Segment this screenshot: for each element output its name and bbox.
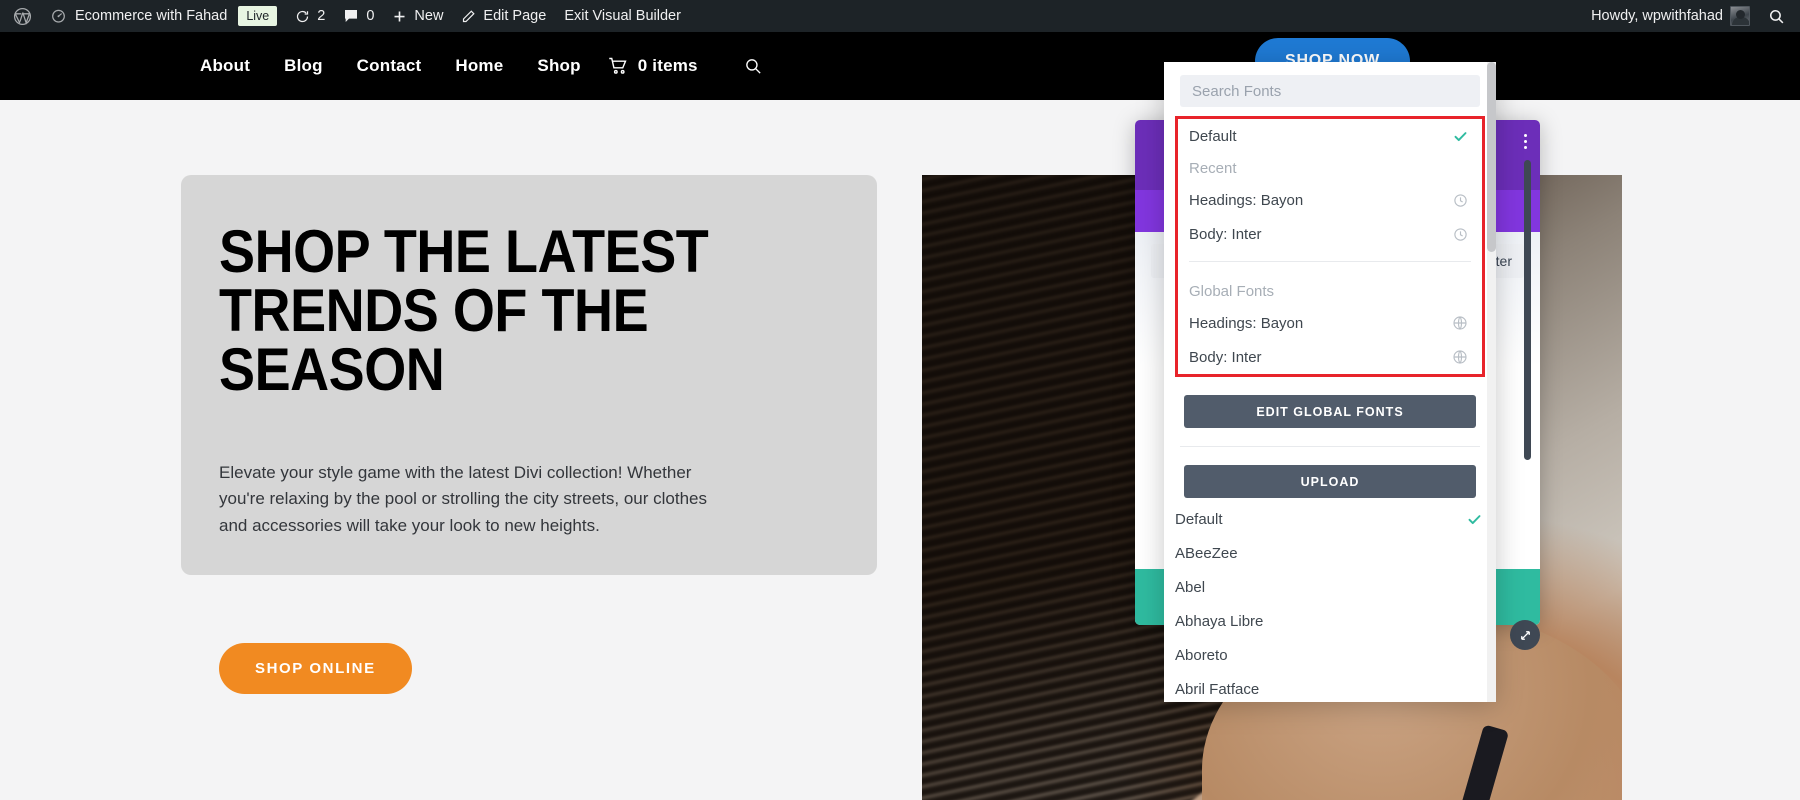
font-option-label: Abel [1175,578,1206,596]
font-option-label: Headings: Bayon [1189,191,1304,209]
hero-title: SHOP THE LATEST TRENDS OF THE SEASON [219,218,709,403]
font-list-item[interactable]: ABeeZee [1164,536,1496,570]
font-option-label: Default [1175,510,1223,528]
clock-icon [1448,193,1468,208]
font-search-container [1164,62,1496,116]
cart-items-count: 0 items [637,56,698,75]
nav-link-contact[interactable]: Contact [357,56,422,76]
search-icon[interactable] [744,57,763,76]
exit-visual-builder-link[interactable]: Exit Visual Builder [555,0,690,32]
search-input[interactable] [1180,75,1480,107]
font-option-recent-body[interactable]: Body: Inter [1178,217,1482,251]
comment-bubble-icon [343,8,359,24]
font-list-item-default[interactable]: Default [1164,502,1496,536]
resize-handle-icon[interactable] [1510,620,1540,650]
font-option-label: Body: Inter [1189,348,1262,366]
pencil-icon [461,9,476,24]
site-header: About Blog Contact Home Shop 0 items SHO… [0,32,1800,100]
search-icon [1768,8,1785,25]
site-title: Ecommerce with Fahad [75,8,228,24]
comments-menu[interactable]: 0 [334,0,383,32]
comments-count: 0 [366,8,375,24]
modal-scrollbar[interactable] [1524,160,1531,460]
shopping-cart-icon [607,56,629,76]
section-label-recent: Recent [1178,153,1482,183]
avatar [1730,6,1750,26]
hero-text-card: SHOP THE LATEST TRENDS OF THE SEASON Ele… [181,175,877,694]
shop-online-button[interactable]: SHOP ONLINE [219,643,412,694]
cart-link[interactable]: 0 items [607,56,698,76]
wordpress-logo-icon [13,7,32,26]
new-content-menu[interactable]: New [383,0,452,32]
font-option-global-headings[interactable]: Headings: Bayon [1178,306,1482,340]
font-option-label: ABeeZee [1175,544,1238,562]
section-divider [1180,446,1480,448]
dashboard-icon [50,7,68,25]
check-icon [1462,512,1482,527]
font-list-item[interactable]: Abhaya Libre [1164,604,1496,638]
nav-link-home[interactable]: Home [455,56,503,76]
font-option-label: Abhaya Libre [1175,612,1264,630]
section-label-text: Global Fonts [1189,282,1275,300]
admin-search-button[interactable] [1759,0,1794,32]
vertical-dots-icon[interactable] [1524,134,1527,149]
wp-logo-menu[interactable] [4,0,41,32]
font-option-recent-headings[interactable]: Headings: Bayon [1178,183,1482,217]
my-account-menu[interactable]: Howdy, wpwithfahad [1582,0,1759,32]
updates-icon [295,9,310,24]
upload-font-button[interactable]: UPLOAD [1184,465,1476,499]
font-list-item[interactable]: Abel [1164,570,1496,604]
admin-bar-right-group: Howdy, wpwithfahad [1582,0,1800,32]
font-option-label: Default [1189,127,1237,145]
font-option-default-top[interactable]: Default [1178,119,1482,153]
highlighted-font-groups: Default Recent Headings: Bayon Body: Int… [1175,116,1485,377]
section-label-global-fonts: Global Fonts [1178,276,1482,306]
live-badge: Live [238,6,278,26]
edit-global-fonts-button[interactable]: EDIT GLOBAL FONTS [1184,395,1476,429]
admin-bar-left-group: Ecommerce with Fahad Live 2 0 New Edit P… [0,0,690,32]
clock-icon [1448,227,1468,242]
nav-link-shop[interactable]: Shop [537,56,580,76]
font-list-item[interactable]: Abril Fatface [1164,672,1496,702]
section-label-text: Recent [1189,159,1237,177]
dropdown-scrollbar[interactable] [1487,62,1496,702]
main-navigation: About Blog Contact Home Shop 0 items [200,32,763,100]
hero-body-text: Elevate your style game with the latest … [219,463,707,535]
font-option-label: Headings: Bayon [1189,314,1304,332]
plus-icon [392,9,407,24]
font-picker-dropdown: Default Recent Headings: Bayon Body: Int… [1164,62,1496,702]
font-list-item[interactable]: Aboreto [1164,638,1496,672]
edit-page-label: Edit Page [483,8,547,24]
howdy-label: Howdy, wpwithfahad [1591,8,1723,24]
font-option-label: Abril Fatface [1175,680,1260,698]
check-icon [1448,129,1468,144]
updates-count: 2 [317,8,326,24]
font-option-global-body[interactable]: Body: Inter [1178,340,1482,374]
live-status[interactable]: Live [236,0,286,32]
font-option-label: Body: Inter [1189,225,1262,243]
scrollbar-thumb[interactable] [1487,62,1496,252]
font-option-label: Aboreto [1175,646,1228,664]
updates-menu[interactable]: 2 [286,0,334,32]
exit-visual-builder-label: Exit Visual Builder [564,8,681,24]
wp-admin-bar: Ecommerce with Fahad Live 2 0 New Edit P… [0,0,1800,32]
nav-link-about[interactable]: About [200,56,250,76]
edit-page-link[interactable]: Edit Page [452,0,555,32]
nav-link-blog[interactable]: Blog [284,56,323,76]
new-label: New [414,8,444,24]
font-list: Default ABeeZee Abel Abhaya Libre Aboret… [1164,502,1496,702]
globe-icon [1448,349,1468,365]
globe-icon [1448,315,1468,331]
site-name-menu[interactable]: Ecommerce with Fahad [41,0,236,32]
